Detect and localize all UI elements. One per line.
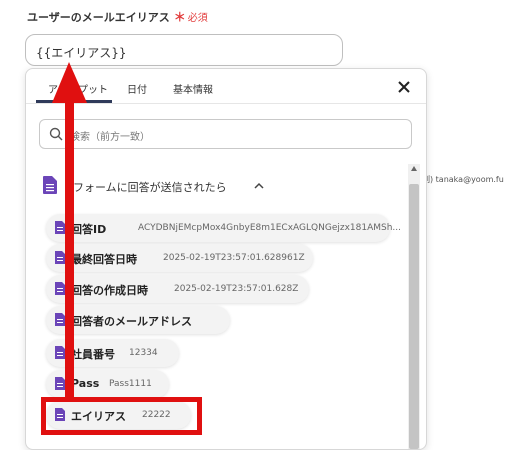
document-icon xyxy=(55,346,65,359)
item-value: 2025-02-19T23:57:01.628961Z xyxy=(163,253,305,263)
group-title: フォームに回答が送信されたら xyxy=(73,181,227,194)
output-item-last-response-time[interactable]: 最終回答日時 2025-02-19T23:57:01.628961Z xyxy=(46,244,313,272)
tab-bar: アウトプット 日付 基本情報 xyxy=(26,69,426,104)
form-icon xyxy=(43,176,57,194)
item-name: 回答ID xyxy=(71,223,107,236)
output-item-employee-number[interactable]: 社員番号 12334 xyxy=(46,339,179,367)
chevron-up-icon[interactable] xyxy=(254,182,264,190)
annotation-highlight-box xyxy=(41,397,202,435)
scrollbar-thumb[interactable] xyxy=(409,184,419,449)
item-value: Pass1111 xyxy=(109,379,152,389)
output-item-response-id[interactable]: 回答ID ACYDBNjEMcpMox4GnbyE8m1ECxAGLQNGejz… xyxy=(46,214,401,242)
tab-date[interactable]: 日付 xyxy=(127,81,147,96)
item-value: 2025-02-19T23:57:01.628Z xyxy=(174,284,299,294)
alias-input-value: {{エイリアス}} xyxy=(36,46,127,60)
document-icon xyxy=(55,251,65,264)
item-name: 回答の作成日時 xyxy=(71,284,148,297)
required-mark: ＊ xyxy=(173,10,186,24)
item-name: 回答者のメールアドレス xyxy=(71,315,192,328)
output-item-created-time[interactable]: 回答の作成日時 2025-02-19T23:57:01.628Z xyxy=(46,275,309,303)
tab-basic-info[interactable]: 基本情報 xyxy=(173,81,213,96)
document-icon xyxy=(55,313,65,326)
field-label-text: ユーザーのメールエイリアス xyxy=(27,11,170,24)
scroll-up-arrow-icon[interactable] xyxy=(410,165,418,173)
document-icon xyxy=(55,282,65,295)
item-name: 社員番号 xyxy=(71,348,115,361)
alias-input[interactable]: {{エイリアス}} xyxy=(25,34,343,66)
field-label: ユーザーのメールエイリアス＊必須 xyxy=(27,8,208,25)
tab-output[interactable]: アウトプット xyxy=(48,81,108,96)
close-icon[interactable] xyxy=(396,79,412,95)
placeholder-example-text: 例) tanaka@yoom.fu xyxy=(422,175,504,184)
output-picker-panel: アウトプット 日付 基本情報 検索（前方一致） フォームに回答が送信されたら 回… xyxy=(25,68,427,450)
document-icon xyxy=(55,221,65,234)
search-input[interactable]: 検索（前方一致） xyxy=(39,119,412,149)
search-icon xyxy=(49,127,63,141)
item-name: 最終回答日時 xyxy=(71,253,137,266)
output-item-respondent-email[interactable]: 回答者のメールアドレス xyxy=(46,306,230,334)
output-item-pass[interactable]: Pass Pass1111 xyxy=(46,370,169,398)
item-name: Pass xyxy=(71,377,100,390)
search-placeholder: 検索（前方一致） xyxy=(70,132,150,143)
item-value: 12334 xyxy=(129,348,158,358)
item-value: ACYDBNjEMcpMox4GnbyE8m1ECxAGLQNGejzx181A… xyxy=(138,223,402,233)
active-tab-indicator xyxy=(36,100,112,103)
document-icon xyxy=(55,377,65,390)
required-text: 必須 xyxy=(187,13,208,24)
